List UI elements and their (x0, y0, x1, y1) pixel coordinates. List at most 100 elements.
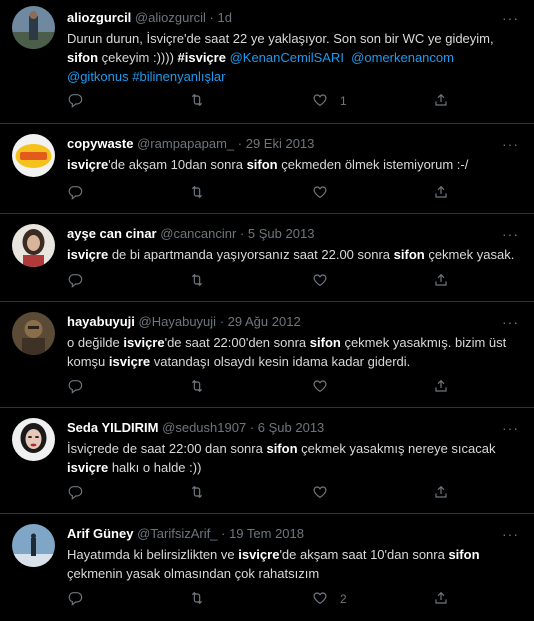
retweet-button[interactable] (189, 92, 205, 111)
share-icon (433, 272, 449, 291)
handle[interactable]: @aliozgurcil (135, 10, 206, 25)
display-name[interactable]: aliozgurcil (67, 10, 131, 25)
tweet-header: Seda YILDIRIM @sedush1907 · 6 Şub 2013 (67, 408, 534, 436)
display-name[interactable]: ayşe can cinar (67, 226, 157, 241)
like-button[interactable] (312, 378, 340, 397)
display-name[interactable]: Arif Güney (67, 526, 133, 541)
heart-icon (312, 184, 328, 203)
retweet-button[interactable] (189, 184, 205, 203)
share-button[interactable] (433, 590, 449, 609)
avatar[interactable] (12, 134, 55, 177)
share-icon (433, 484, 449, 503)
more-icon[interactable]: ··· (502, 527, 520, 541)
timestamp[interactable]: 29 Ağu 2012 (228, 314, 301, 329)
handle[interactable]: @cancancinr (160, 226, 236, 241)
highlighted-keyword: isviçre (67, 247, 109, 262)
tweet-text-line: o değilde isviçre'de saat 22:00'den sonr… (67, 333, 534, 352)
reply-button[interactable] (67, 272, 83, 291)
tweet-header: copywaste @rampapapam_ · 29 Eki 2013 (67, 124, 534, 152)
like-count: 1 (340, 94, 347, 108)
timestamp[interactable]: 6 Şub 2013 (258, 420, 325, 435)
hashtag-link[interactable]: #isviçre (178, 50, 226, 65)
tweet-text-line: isviçre'de akşam 10dan sonra sifon çekme… (67, 155, 534, 174)
tweet-text-line: çekmenin yasak olmasından çok rahatsızım (67, 564, 534, 583)
more-icon[interactable]: ··· (502, 11, 520, 25)
more-icon[interactable]: ··· (502, 227, 520, 241)
share-icon (433, 92, 449, 111)
text-segment: çekmek yasakmış. bizim üst (340, 335, 507, 350)
timestamp[interactable]: 1d (218, 10, 232, 25)
highlighted-keyword: isviçre (67, 460, 109, 475)
like-button[interactable]: 2 (312, 590, 347, 609)
avatar[interactable] (12, 224, 55, 267)
avatar[interactable] (12, 6, 55, 49)
tweet-text-line: isviçre de bi apartmanda yaşıyorsanız sa… (67, 245, 534, 264)
display-name[interactable]: hayabuyuji (67, 314, 135, 329)
share-button[interactable] (433, 378, 449, 397)
text-segment: halkı o halde :)) (108, 460, 202, 475)
tweet-actions (67, 184, 520, 202)
timestamp[interactable]: 5 Şub 2013 (248, 226, 315, 241)
tweet[interactable]: Arif Güney @TarifsizArif_ · 19 Tem 2018 … (0, 514, 534, 621)
like-button[interactable]: 1 (312, 92, 347, 111)
like-button[interactable] (312, 184, 340, 203)
reply-button[interactable] (67, 378, 83, 397)
handle[interactable]: @TarifsizArif_ (137, 526, 217, 541)
highlighted-keyword: isviçre (123, 335, 165, 350)
mention-link[interactable]: @KenanCemilSARI (230, 50, 344, 65)
share-icon (433, 378, 449, 397)
reply-button[interactable] (67, 484, 83, 503)
tweet[interactable]: aliozgurcil @aliozgurcil · 1d ··· Durun … (0, 0, 534, 124)
handle[interactable]: @sedush1907 (162, 420, 246, 435)
handle[interactable]: @rampapapam_ (137, 136, 234, 151)
avatar[interactable] (12, 312, 55, 355)
more-icon[interactable]: ··· (502, 421, 520, 435)
display-name[interactable]: copywaste (67, 136, 133, 151)
retweet-icon (189, 184, 205, 203)
more-icon[interactable]: ··· (502, 315, 520, 329)
text-segment: o değilde (67, 335, 124, 350)
more-icon[interactable]: ··· (502, 137, 520, 151)
retweet-button[interactable] (189, 272, 205, 291)
retweet-button[interactable] (189, 484, 205, 503)
share-button[interactable] (433, 484, 449, 503)
reply-button[interactable] (67, 590, 83, 609)
avatar[interactable] (12, 418, 55, 461)
text-segment: 'de akşam saat 10'dan sonra (279, 547, 449, 562)
tweet[interactable]: ayşe can cinar @cancancinr · 5 Şub 2013 … (0, 214, 534, 302)
tweet-text: isviçre'de akşam 10dan sonra sifon çekme… (67, 155, 534, 174)
highlighted-keyword: isviçre (67, 157, 109, 172)
mention-link[interactable]: @gitkonus (67, 69, 129, 84)
separator: · (239, 226, 245, 241)
highlighted-keyword: isviçre (108, 354, 151, 369)
hashtag-link[interactable]: #bilinenyanlışlar (132, 69, 225, 84)
like-button[interactable] (312, 272, 340, 291)
highlighted-keyword: isviçre (238, 547, 280, 562)
share-button[interactable] (433, 184, 449, 203)
mention-link[interactable]: @omerkenancom (351, 50, 454, 65)
text-segment: de bi apartmanda yaşıyorsanız saat 22.00… (108, 247, 394, 262)
highlighted-keyword: sifon (393, 247, 425, 262)
highlighted-keyword: sifon (309, 335, 341, 350)
reply-button[interactable] (67, 92, 83, 111)
avatar[interactable] (12, 524, 55, 567)
tweet-text: Hayatımda ki belirsizlikten ve isviçre'd… (67, 545, 534, 583)
share-button[interactable] (433, 92, 449, 111)
timestamp[interactable]: 29 Eki 2013 (246, 136, 315, 151)
tweet-text-line: sifon çekeyim :)))) #isviçre @KenanCemil… (67, 48, 534, 67)
text-segment: komşu (67, 354, 109, 369)
tweet[interactable]: Seda YILDIRIM @sedush1907 · 6 Şub 2013 ·… (0, 408, 534, 514)
separator: · (249, 420, 255, 435)
share-button[interactable] (433, 272, 449, 291)
display-name[interactable]: Seda YILDIRIM (67, 420, 159, 435)
like-button[interactable] (312, 484, 340, 503)
tweet[interactable]: hayabuyuji @Hayabuyuji · 29 Ağu 2012 ···… (0, 302, 534, 408)
retweet-button[interactable] (189, 378, 205, 397)
retweet-button[interactable] (189, 590, 205, 609)
tweet-text-line: Durun durun, İsviçre'de saat 22 ye yakla… (67, 29, 534, 48)
timestamp[interactable]: 19 Tem 2018 (229, 526, 304, 541)
tweet-text-line: komşu isviçre vatandaşı olsaydı kesin id… (67, 352, 534, 371)
tweet[interactable]: copywaste @rampapapam_ · 29 Eki 2013 ···… (0, 124, 534, 214)
handle[interactable]: @Hayabuyuji (139, 314, 217, 329)
reply-button[interactable] (67, 184, 83, 203)
